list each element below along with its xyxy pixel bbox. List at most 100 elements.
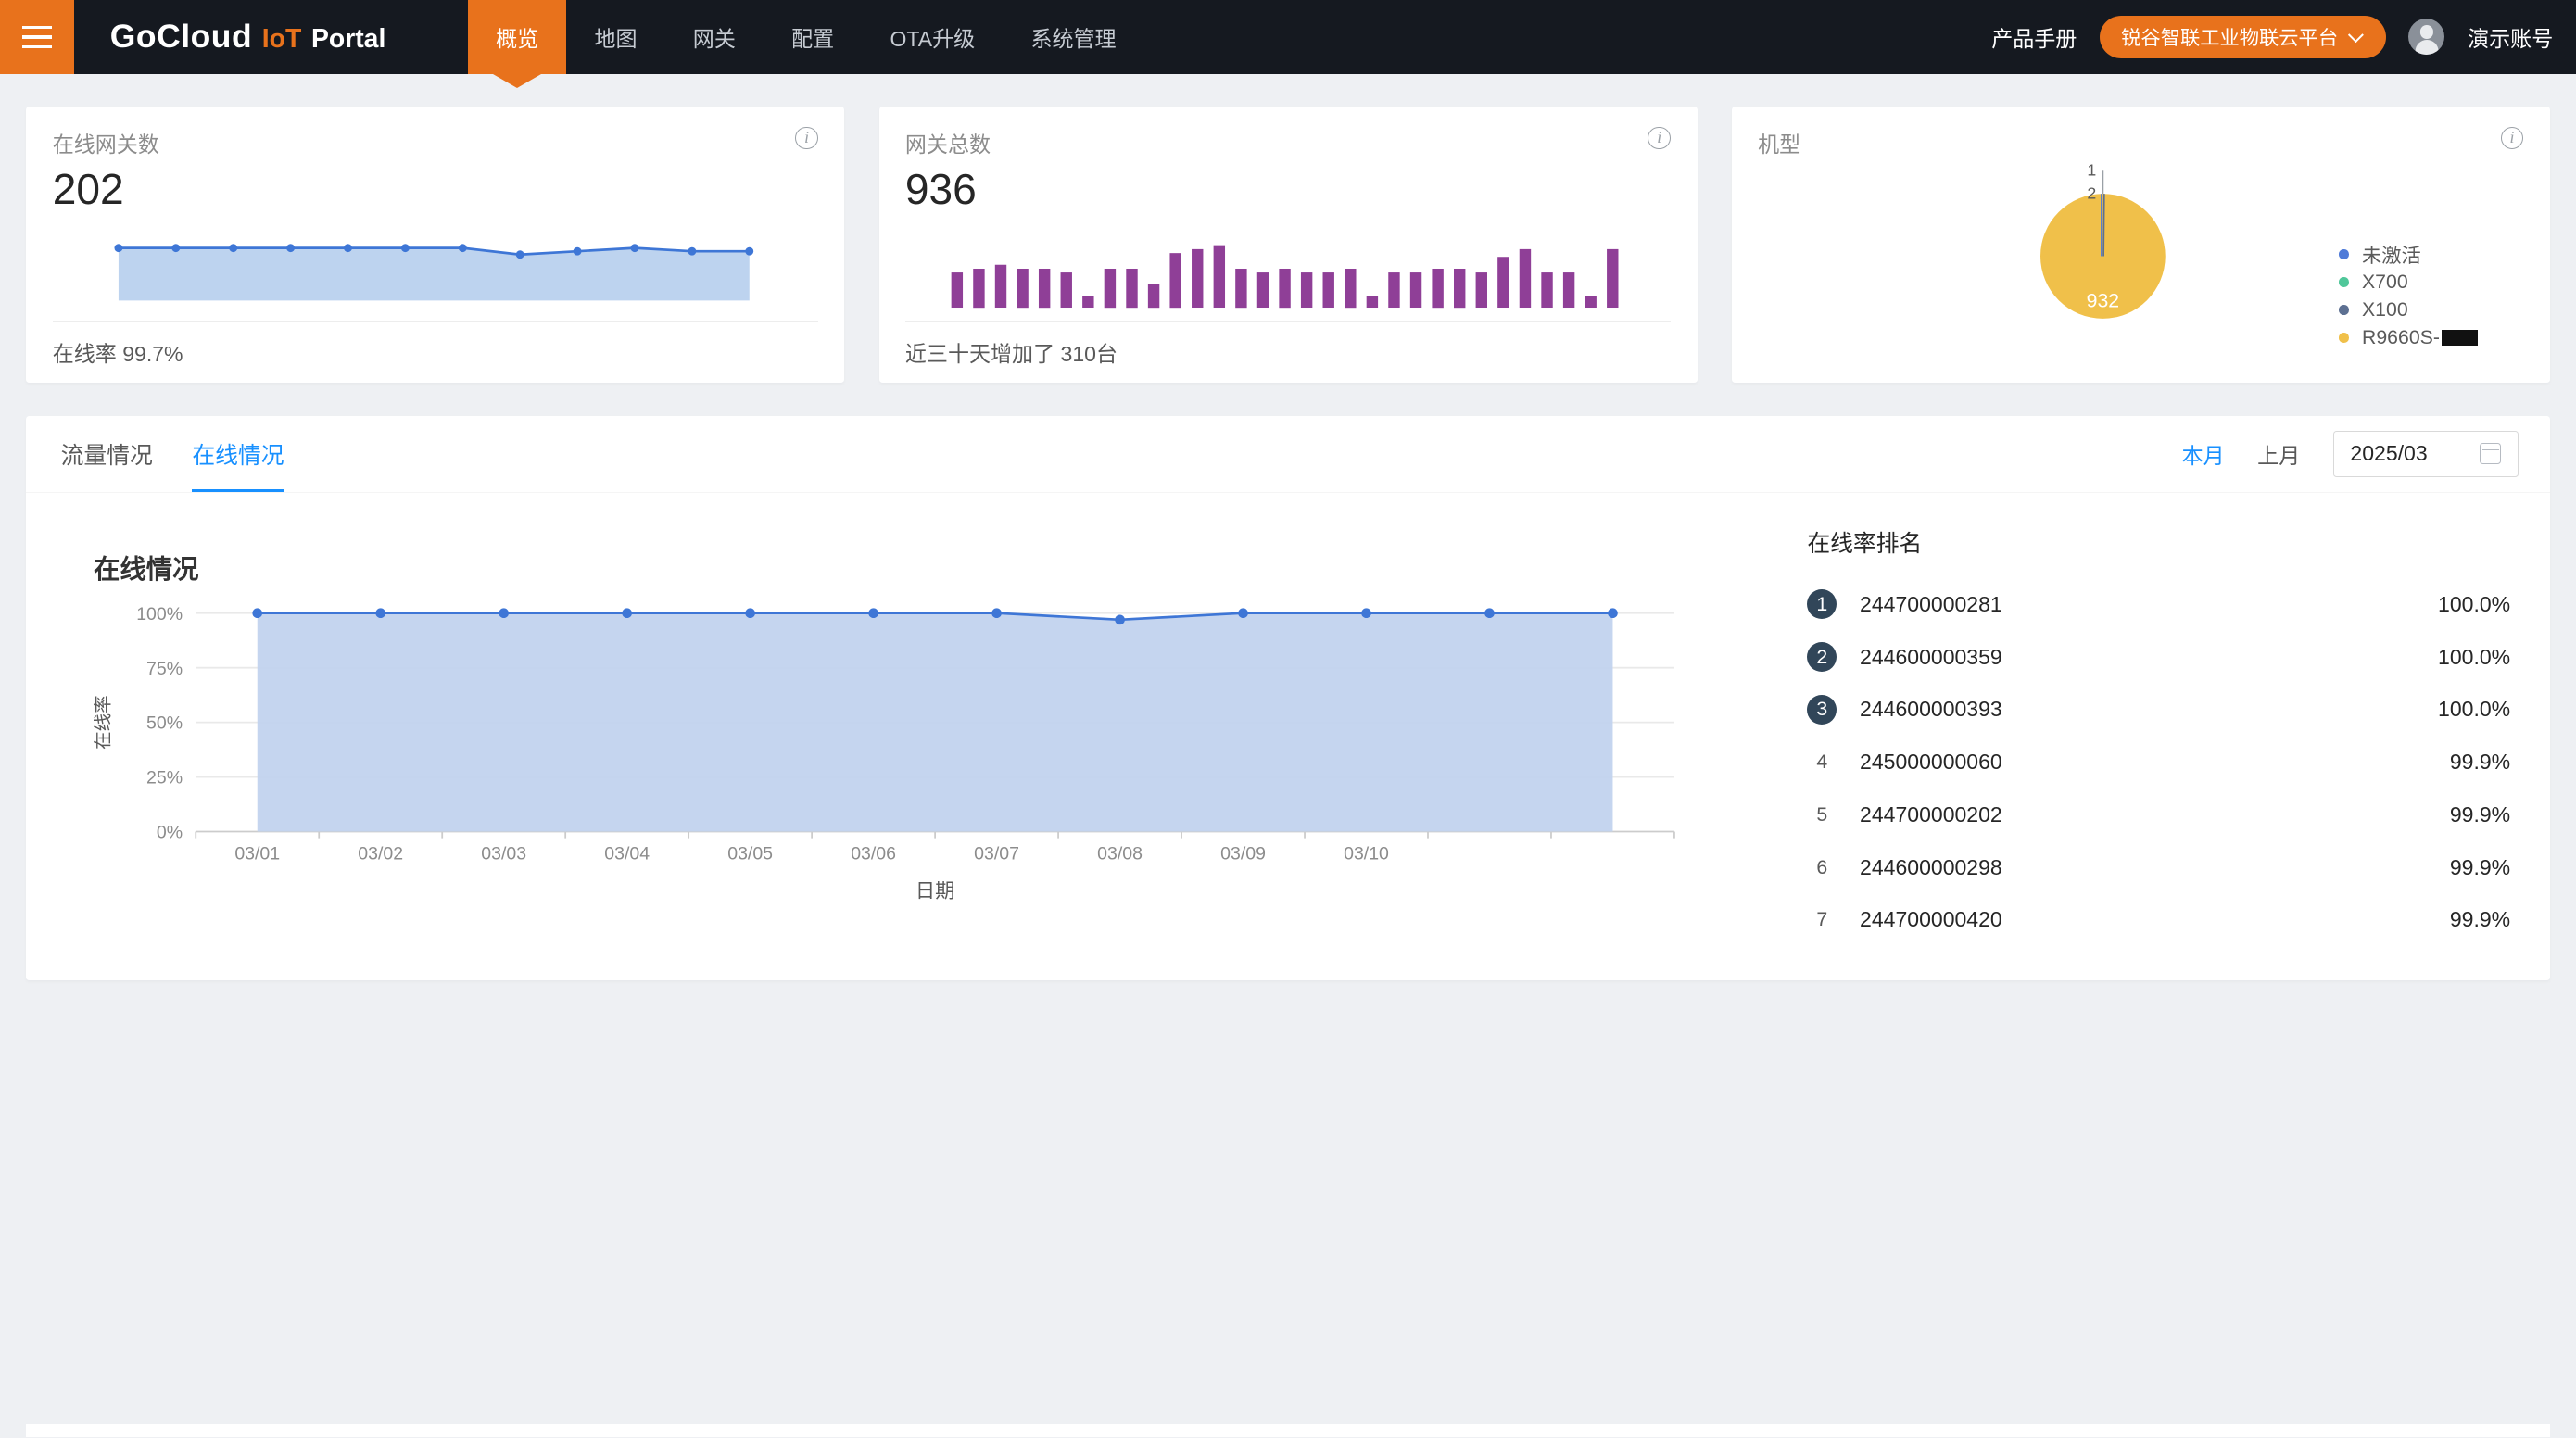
ranking-title: 在线率排名 xyxy=(1807,531,2510,559)
online-rate: 99.9% xyxy=(2450,855,2510,880)
navbar-right: 产品手册 锐谷智联工业物联云平台 演示账号 xyxy=(1991,16,2576,58)
bar-chart xyxy=(905,235,1671,311)
logo-portal: Portal xyxy=(311,24,385,55)
hamburger-menu-icon[interactable] xyxy=(0,0,74,74)
ranking-row: 3 244600000393 100.0% xyxy=(1807,684,2510,737)
legend-item-r9660s[interactable]: R9660S- xyxy=(2339,324,2478,352)
svg-text:932: 932 xyxy=(2087,290,2119,312)
info-icon[interactable] xyxy=(795,127,818,150)
online-rate: 100.0% xyxy=(2438,697,2510,722)
logo-gocloud: GoCloud xyxy=(110,18,252,56)
top-navbar: GoCloud IoT Portal 概览 地图 网关 配置 OTA升级 系统管… xyxy=(0,0,2576,74)
rank-number: 4 xyxy=(1807,748,1837,777)
panel-tab-bar: 流量情况 在线情况 本月 上月 2025/03 xyxy=(26,416,2549,493)
card-footer: 近三十天增加了 310台 xyxy=(905,321,1671,383)
model-pie-area: 12932 未激活 X700 X100 xyxy=(1758,158,2523,384)
nav-label: OTA升级 xyxy=(890,21,975,53)
rank-badge: 3 xyxy=(1807,695,1837,725)
nav-item-system[interactable]: 系统管理 xyxy=(1003,0,1143,74)
product-manual-link[interactable]: 产品手册 xyxy=(1991,21,2077,53)
chart-title: 在线情况 xyxy=(94,555,1768,587)
nav-item-ota[interactable]: OTA升级 xyxy=(862,0,1003,74)
device-id: 244700000202 xyxy=(1860,802,2002,827)
platform-selector[interactable]: 锐谷智联工业物联云平台 xyxy=(2100,16,2385,58)
avatar[interactable] xyxy=(2408,19,2444,55)
svg-text:03/01: 03/01 xyxy=(234,843,280,864)
nav-item-config[interactable]: 配置 xyxy=(764,0,862,74)
svg-text:75%: 75% xyxy=(146,658,183,678)
ranking-row: 5 244700000202 99.9% xyxy=(1807,788,2510,841)
app-logo: GoCloud IoT Portal xyxy=(110,18,386,56)
nav-label: 系统管理 xyxy=(1030,21,1116,53)
ranking-row: 2 244600000359 100.0% xyxy=(1807,631,2510,684)
logo-iot: IoT xyxy=(262,24,302,55)
month-picker[interactable]: 2025/03 xyxy=(2333,431,2519,477)
svg-text:03/05: 03/05 xyxy=(727,843,773,864)
next-section-peek xyxy=(26,1424,2549,1437)
tab-label: 在线情况 xyxy=(192,437,284,471)
detail-panel: 流量情况 在线情况 本月 上月 2025/03 在线情况 0%25%50%75%… xyxy=(26,416,2549,981)
tab-traffic[interactable]: 流量情况 xyxy=(61,415,153,492)
online-rate: 99.9% xyxy=(2450,802,2510,827)
added-count-text: 近三十天增加了 310台 xyxy=(905,336,1118,368)
period-controls: 本月 上月 2025/03 xyxy=(2182,431,2519,477)
svg-text:03/04: 03/04 xyxy=(604,843,650,864)
this-month-button[interactable]: 本月 xyxy=(2182,438,2225,470)
ranking-row: 7 244700000420 99.9% xyxy=(1807,893,2510,946)
card-online-gateways: 在线网关数 202 在线率 99.7% xyxy=(26,107,844,383)
online-rate: 100.0% xyxy=(2438,645,2510,670)
online-rate-ranking: 在线率排名 1 244700000281 100.0% 2 2446000003… xyxy=(1768,493,2510,946)
online-rate: 99.9% xyxy=(2450,907,2510,932)
sparkline-chart xyxy=(53,238,818,310)
svg-text:25%: 25% xyxy=(146,767,183,788)
platform-selector-label: 锐谷智联工业物联云平台 xyxy=(2121,22,2338,51)
rank-number: 5 xyxy=(1807,800,1837,829)
nav-label: 配置 xyxy=(791,21,834,53)
legend-label: X700 xyxy=(2362,271,2408,294)
svg-text:03/08: 03/08 xyxy=(1097,843,1143,864)
card-title: 在线网关数 xyxy=(53,127,818,158)
device-id: 244600000298 xyxy=(1860,855,2002,880)
tab-online[interactable]: 在线情况 xyxy=(192,415,284,492)
online-rate-chart: 0%25%50%75%100%03/0103/0203/0303/0403/05… xyxy=(53,597,1696,909)
legend-dot xyxy=(2339,333,2349,343)
account-name[interactable]: 演示账号 xyxy=(2468,21,2553,53)
legend-dot xyxy=(2339,305,2349,315)
redaction-box xyxy=(2442,330,2478,347)
total-gateway-count: 936 xyxy=(905,165,1671,214)
rank-badge: 2 xyxy=(1807,642,1837,672)
online-gateways-sparkline xyxy=(53,214,818,321)
legend-label: X100 xyxy=(2362,298,2408,322)
online-rate-chart-area: 在线情况 0%25%50%75%100%03/0103/0203/0303/04… xyxy=(53,493,1768,946)
legend-dot xyxy=(2339,277,2349,287)
month-picker-value: 2025/03 xyxy=(2350,441,2480,466)
legend-item-inactive[interactable]: 未激活 xyxy=(2339,240,2478,268)
device-id: 244700000420 xyxy=(1860,907,2002,932)
svg-text:0%: 0% xyxy=(157,822,183,842)
legend-item-x700[interactable]: X700 xyxy=(2339,268,2478,296)
rank-number: 6 xyxy=(1807,852,1837,882)
nav-item-map[interactable]: 地图 xyxy=(566,0,664,74)
ranking-row: 4 245000000060 99.9% xyxy=(1807,736,2510,788)
last-month-button[interactable]: 上月 xyxy=(2257,438,2300,470)
legend-item-x100[interactable]: X100 xyxy=(2339,296,2478,323)
device-id: 244600000393 xyxy=(1860,697,2002,722)
card-models: 机型 12932 未激活 X700 X100 xyxy=(1732,107,2550,383)
main-nav: 概览 地图 网关 配置 OTA升级 系统管理 xyxy=(468,0,1144,74)
rank-badge: 1 xyxy=(1807,589,1837,619)
nav-item-overview[interactable]: 概览 xyxy=(468,0,566,74)
calendar-icon xyxy=(2480,443,2501,464)
stat-cards-row: 在线网关数 202 在线率 99.7% 网关总数 936 近三十天增加了 310… xyxy=(26,107,2549,383)
card-total-gateways: 网关总数 936 近三十天增加了 310台 xyxy=(879,107,1698,383)
card-title: 网关总数 xyxy=(905,127,1671,158)
svg-text:03/06: 03/06 xyxy=(851,843,896,864)
svg-text:1: 1 xyxy=(2087,161,2096,180)
ranking-row: 1 244700000281 100.0% xyxy=(1807,578,2510,631)
gateways-added-barchart xyxy=(905,214,1671,321)
svg-text:日期: 日期 xyxy=(915,879,955,902)
online-rate: 100.0% xyxy=(2438,592,2510,617)
svg-text:100%: 100% xyxy=(136,603,183,624)
ranking-list: 1 244700000281 100.0% 2 244600000359 100… xyxy=(1807,578,2510,946)
card-footer: 在线率 99.7% xyxy=(53,321,818,383)
nav-item-gateway[interactable]: 网关 xyxy=(665,0,764,74)
